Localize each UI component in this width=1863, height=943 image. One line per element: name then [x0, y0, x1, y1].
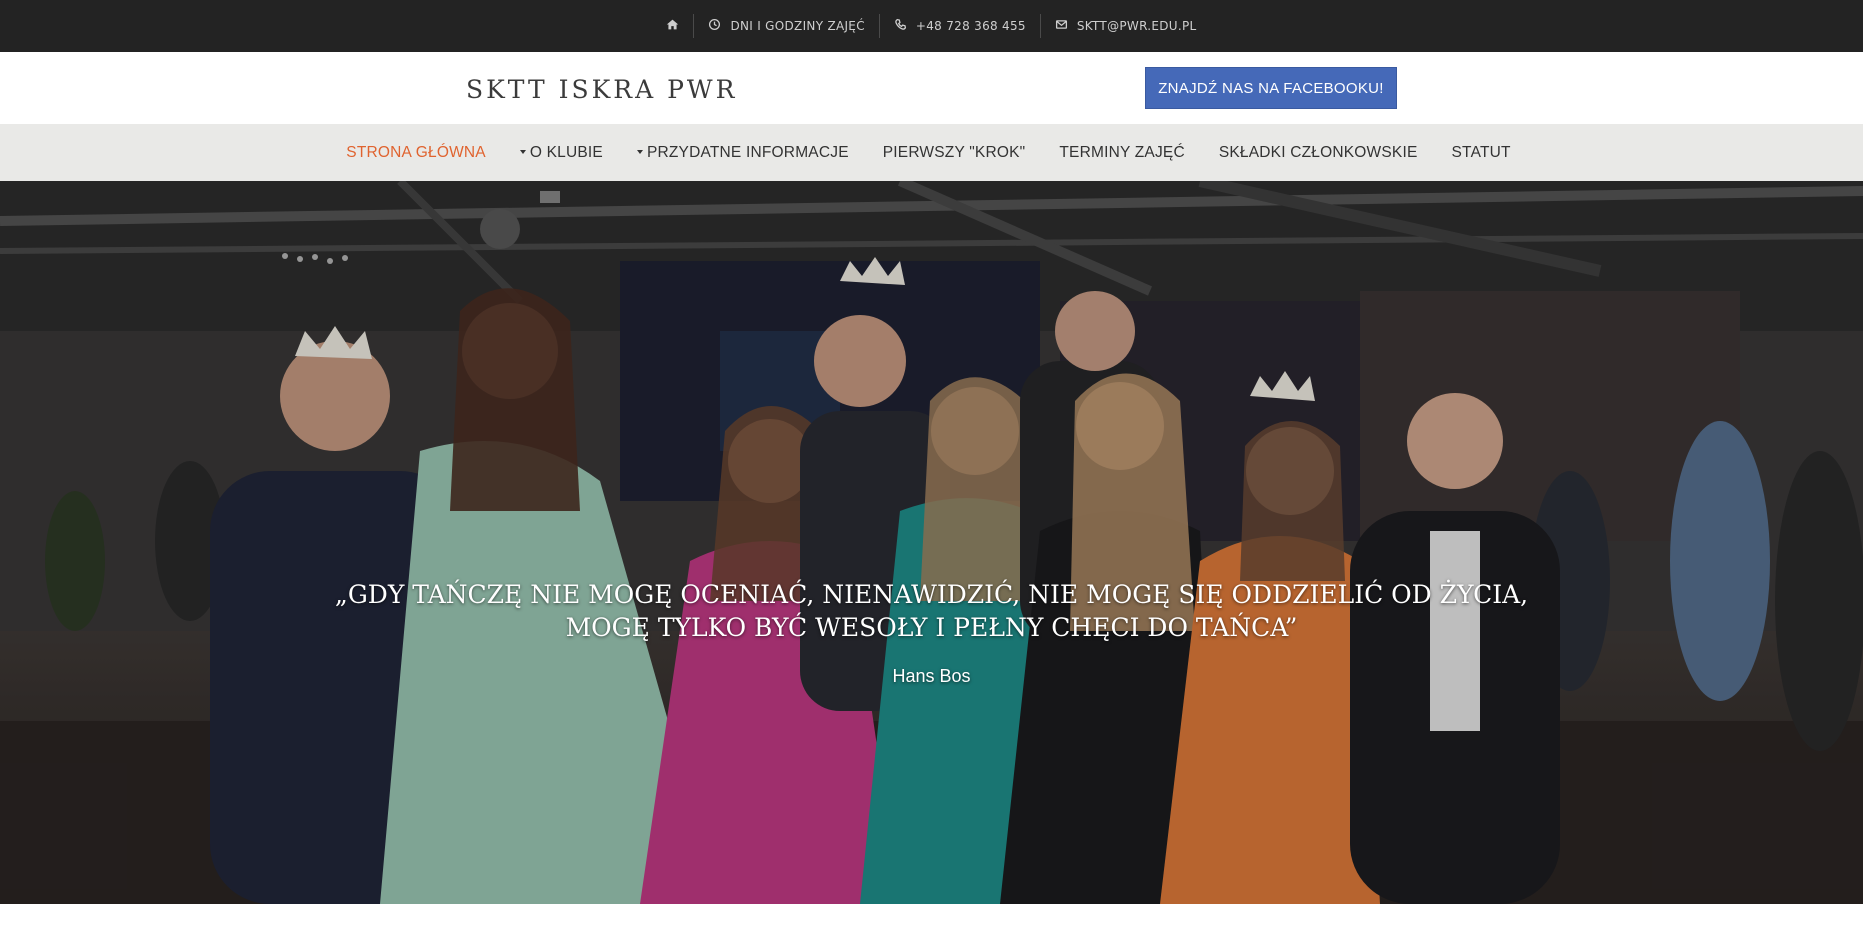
nav-item-home[interactable]: STRONA GŁÓWNA — [329, 124, 503, 181]
nav-item-useful-info[interactable]: PRZYDATNE INFORMACJE — [620, 124, 866, 181]
nav-item-label: STRONA GŁÓWNA — [346, 143, 486, 161]
hero-quote-line-2: MOGĘ TYLKO BYĆ WESOŁY I PEŁNY CHĘCI DO T… — [565, 613, 1298, 642]
top-bar-links: DNI I GODZINY ZAJĘĆ +48 728 368 455 SKTT… — [652, 14, 1210, 38]
phone-icon — [894, 18, 907, 34]
hero-banner: „GDY TAŃCZĘ NIE MOGĘ OCENIAĆ, NIENAWIDZI… — [0, 181, 1863, 904]
top-bar: DNI I GODZINY ZAJĘĆ +48 728 368 455 SKTT… — [0, 0, 1863, 52]
nav-item-first-step[interactable]: PIERWSZY "KROK" — [866, 124, 1043, 181]
nav-item-membership-fees[interactable]: SKŁADKI CZŁONKOWSKIE — [1202, 124, 1435, 181]
page-content-area — [0, 904, 1863, 943]
site-header: SKTT ISKRA PWR ZNAJDŹ NAS NA FACEBOOKU! — [0, 52, 1863, 124]
nav-item-class-schedule[interactable]: TERMINY ZAJĘĆ — [1042, 124, 1201, 181]
nav-item-label: TERMINY ZAJĘĆ — [1059, 143, 1185, 161]
schedule-link-label: DNI I GODZINY ZAJĘĆ — [730, 19, 865, 33]
home-icon — [666, 18, 679, 34]
nav-item-label: PRZYDATNE INFORMACJE — [646, 143, 849, 161]
phone-link-label: +48 728 368 455 — [915, 19, 1026, 33]
nav-item-label: PIERWSZY "KROK" — [882, 143, 1026, 161]
main-navigation: STRONA GŁÓWNA O KLUBIE PRZYDATNE INFORMA… — [0, 124, 1863, 181]
nav-item-about[interactable]: O KLUBIE — [503, 124, 620, 181]
facebook-button[interactable]: ZNAJDŹ NAS NA FACEBOOKU! — [1145, 67, 1397, 109]
phone-link[interactable]: +48 728 368 455 — [878, 14, 1040, 38]
email-link[interactable]: SKTT@PWR.EDU.PL — [1039, 14, 1211, 38]
hero-quote-author: Hans Bos — [892, 666, 971, 686]
hero-dark-overlay — [0, 181, 1863, 904]
home-link[interactable] — [652, 14, 693, 38]
nav-list: STRONA GŁÓWNA O KLUBIE PRZYDATNE INFORMA… — [329, 124, 1527, 181]
schedule-link[interactable]: DNI I GODZINY ZAJĘĆ — [693, 14, 878, 38]
nav-item-statute[interactable]: STATUT — [1435, 124, 1528, 181]
caret-down-icon — [636, 149, 643, 154]
hero-quote-line-1: „GDY TAŃCZĘ NIE MOGĘ OCENIAĆ, NIENAWIDZI… — [334, 580, 1529, 609]
caret-down-icon — [519, 149, 526, 154]
envelope-icon — [1055, 18, 1068, 34]
site-logo[interactable]: SKTT ISKRA PWR — [466, 75, 737, 104]
nav-item-label: SKŁADKI CZŁONKOWSKIE — [1218, 143, 1418, 161]
clock-icon — [708, 18, 721, 34]
hero-quote: „GDY TAŃCZĘ NIE MOGĘ OCENIAĆ, NIENAWIDZI… — [0, 578, 1863, 644]
email-link-label: SKTT@PWR.EDU.PL — [1076, 19, 1197, 33]
nav-item-label: STATUT — [1451, 143, 1511, 161]
nav-item-label: O KLUBIE — [529, 143, 603, 161]
